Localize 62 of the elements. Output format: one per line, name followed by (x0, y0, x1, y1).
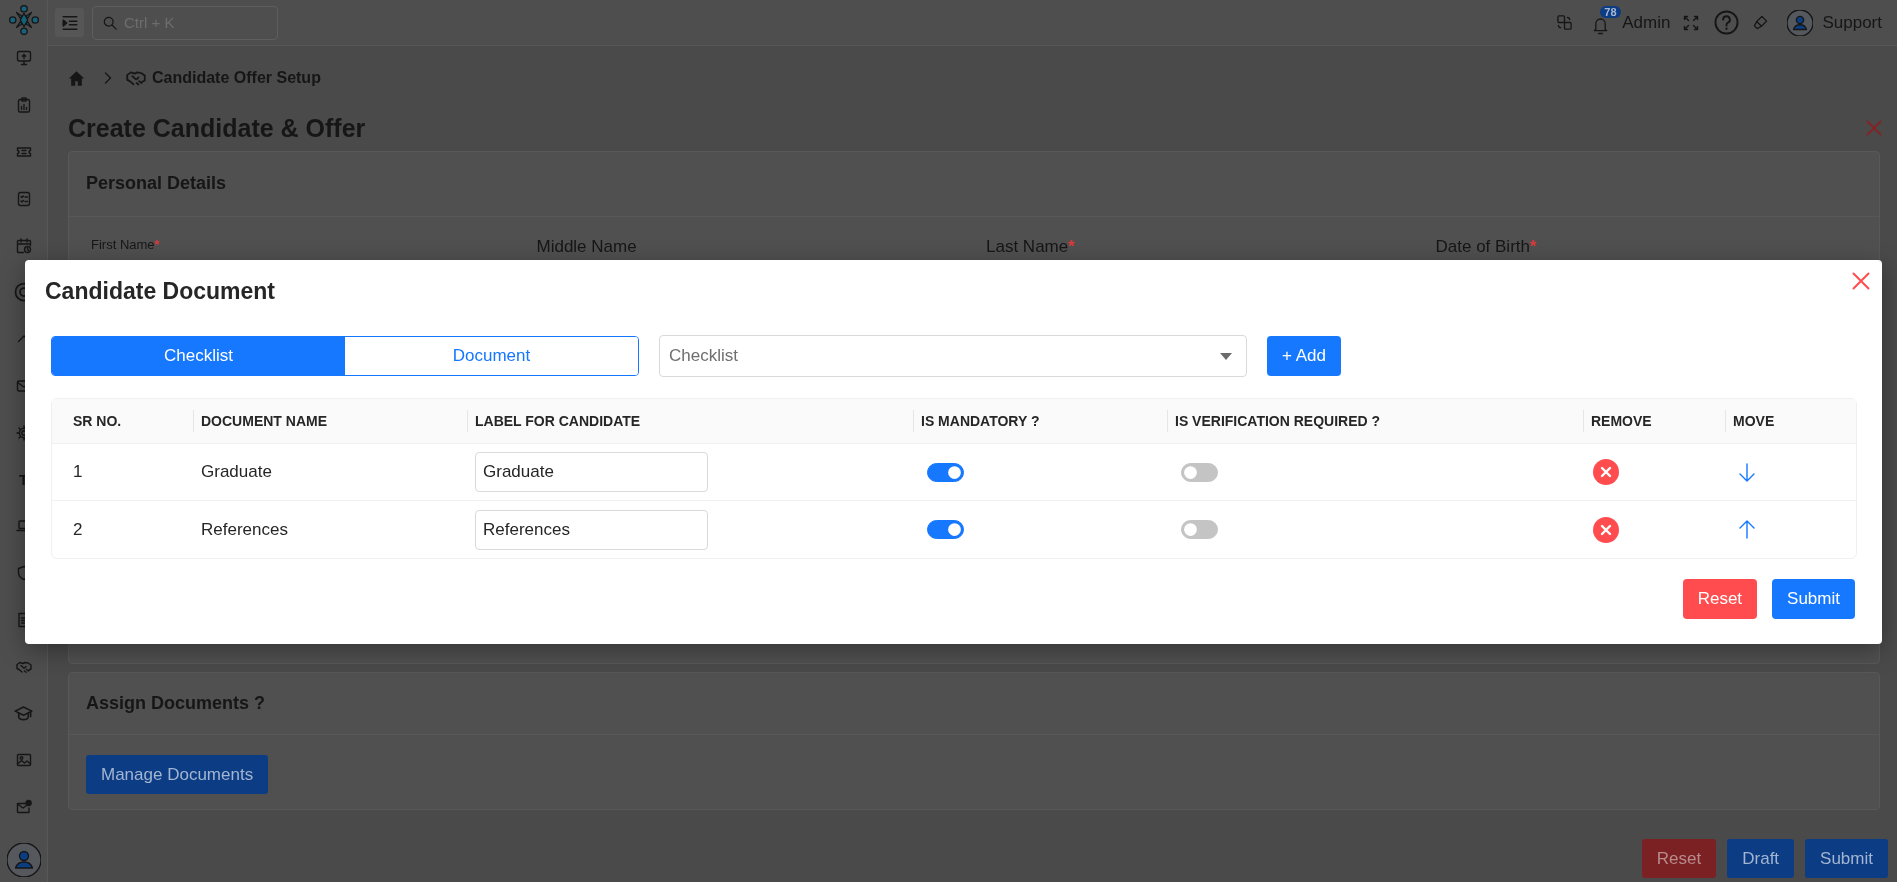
column-header: IS VERIFICATION REQUIRED ? (1167, 399, 1583, 444)
table-cell: 1 (73, 462, 83, 482)
remove-icon[interactable] (1593, 516, 1619, 543)
arrow-up-icon[interactable] (1737, 519, 1757, 540)
action-button[interactable]: Draft (1727, 839, 1795, 878)
action-button[interactable]: Submit (1805, 839, 1888, 878)
graduation-cap-icon[interactable] (14, 704, 33, 724)
help-icon[interactable] (1714, 10, 1740, 35)
field-label: Date of Birth* (1435, 237, 1537, 257)
menu-button[interactable] (55, 8, 84, 37)
column-header: LABEL FOR CANDIDATE (467, 399, 913, 444)
table-cell: References (201, 519, 288, 539)
chevron-right-icon (104, 72, 112, 84)
home-icon[interactable] (68, 69, 85, 87)
user-name[interactable]: Support (1822, 12, 1882, 33)
select-field[interactable]: Checklist (659, 335, 1247, 377)
column-header: DOCUMENT NAME (193, 399, 467, 444)
avatar-icon[interactable] (1787, 9, 1814, 36)
highlighter-icon[interactable] (1753, 15, 1769, 30)
image-icon[interactable] (15, 752, 32, 769)
toggle-switch[interactable] (927, 462, 964, 482)
modal-title: Candidate Document (45, 277, 276, 306)
user-role-text: Admin (1622, 12, 1671, 33)
toggle-switch[interactable] (1181, 520, 1218, 539)
avatar-icon[interactable] (6, 843, 41, 877)
bell-icon[interactable] (1593, 16, 1609, 35)
caret-down-icon (1220, 352, 1232, 360)
tab[interactable]: Checklist (52, 337, 345, 375)
translate-icon[interactable] (1557, 15, 1573, 30)
text-input[interactable]: References (475, 509, 708, 550)
table-cell: 2 (73, 519, 83, 539)
notification-badge: 78 (1600, 5, 1621, 18)
field-label: Middle Name (536, 237, 637, 257)
checklist-icon[interactable] (15, 190, 32, 207)
column-header: SR NO. (52, 399, 193, 444)
section-title: Personal Details (86, 173, 227, 195)
toggle-switch[interactable] (927, 520, 964, 539)
reset-button[interactable]: Reset (1682, 579, 1758, 619)
table-cell: Graduate (201, 462, 272, 482)
field-label: First Name* (91, 237, 160, 253)
calendar-icon[interactable] (15, 237, 32, 254)
column-header: IS MANDATORY ? (913, 399, 1167, 444)
column-header: REMOVE (1583, 399, 1725, 444)
clipboard-icon[interactable] (15, 97, 32, 114)
search-icon (103, 15, 117, 30)
close-icon[interactable] (1852, 272, 1870, 290)
monitor-icon[interactable] (15, 50, 32, 67)
fullscreen-icon[interactable] (1683, 14, 1700, 31)
remove-icon[interactable] (1593, 459, 1619, 485)
logo-icon[interactable] (8, 5, 39, 35)
text-input[interactable]: Graduate (475, 452, 708, 492)
arrow-down-icon[interactable] (1737, 461, 1757, 483)
ticket-icon[interactable] (15, 144, 32, 160)
add-button[interactable]: + Add (1267, 336, 1341, 376)
manage-documents-button[interactable]: Manage Documents (86, 755, 269, 794)
column-header: MOVE (1725, 399, 1856, 444)
toggle-switch[interactable] (1181, 462, 1218, 482)
reset-button[interactable]: Reset (1641, 839, 1717, 878)
menu-icon (60, 13, 79, 32)
section-title: Assign Documents ? (86, 692, 266, 715)
field-label: Last Name* (986, 237, 1075, 257)
submit-button[interactable]: Submit (1772, 579, 1855, 619)
